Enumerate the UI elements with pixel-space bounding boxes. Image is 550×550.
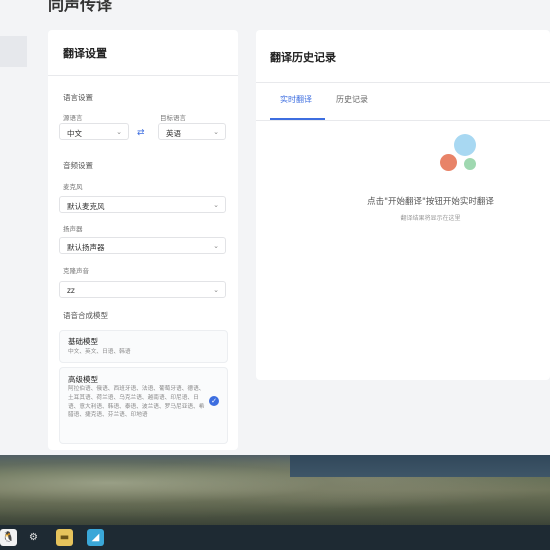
- divider: [256, 120, 550, 121]
- source-language-select[interactable]: 中文 ⌄: [59, 123, 129, 140]
- chevron-down-icon: ⌄: [213, 242, 219, 250]
- history-panel: 翻译历史记录 实时翻译 历史记录 点击"开始翻译"按钮开始实时翻译 翻译结果将显…: [256, 30, 550, 380]
- model-card-basic[interactable]: 基础模型 中文、英文、日语、韩语: [59, 330, 228, 363]
- synth-section-label: 语音合成模型: [63, 311, 108, 320]
- settings-panel: 翻译设置 语言设置 源语言 目标语言 中文 ⌄ ⇄ 英语 ⌄ 音频设置 麦克风 …: [48, 30, 238, 450]
- voice-label: 克隆声音: [63, 267, 89, 275]
- mic-select[interactable]: 默认麦克风 ⌄: [59, 196, 226, 213]
- wallpaper-sea: [290, 455, 550, 477]
- logo-dot-red: [440, 154, 457, 171]
- app-icon[interactable]: ◢: [87, 529, 104, 546]
- swap-icon[interactable]: ⇄: [137, 128, 145, 138]
- target-language-value: 英语: [166, 129, 181, 138]
- target-language-select[interactable]: 英语 ⌄: [158, 123, 226, 140]
- check-icon: ✓: [209, 396, 219, 406]
- gear-icon[interactable]: ⚙: [25, 529, 42, 546]
- tab-history[interactable]: 历史记录: [336, 94, 368, 105]
- app-window: 同声传译 翻译设置 语言设置 源语言 目标语言 中文 ⌄ ⇄ 英语 ⌄ 音频设置…: [0, 0, 550, 455]
- voice-select[interactable]: zz ⌄: [59, 281, 226, 298]
- chevron-down-icon: ⌄: [116, 128, 122, 136]
- desktop-wallpaper: [0, 455, 550, 525]
- divider: [256, 82, 550, 83]
- logo-dot-blue: [454, 134, 476, 156]
- speaker-select[interactable]: 默认扬声器 ⌄: [59, 237, 226, 254]
- penguin-icon[interactable]: 🐧: [0, 529, 17, 546]
- model-desc: 阿拉伯语、俄语、西班牙语、法语、葡萄牙语、德语、土耳其语、荷兰语、乌克兰语、越南…: [68, 386, 205, 419]
- target-language-label: 目标语言: [160, 114, 186, 122]
- tab-realtime[interactable]: 实时翻译: [280, 94, 312, 105]
- settings-title: 翻译设置: [63, 47, 107, 60]
- source-language-label: 源语言: [63, 114, 83, 122]
- empty-state-subtitle: 翻译结果将显示在这里: [400, 215, 461, 222]
- model-name: 基础模型: [68, 337, 98, 346]
- speaker-label: 扬声器: [63, 225, 83, 233]
- source-language-value: 中文: [67, 129, 82, 138]
- page-title: 同声传译: [48, 0, 113, 14]
- history-title: 翻译历史记录: [270, 51, 336, 64]
- mic-value: 默认麦克风: [67, 202, 105, 211]
- empty-state-title: 点击"开始翻译"按钮开始实时翻译: [367, 197, 494, 207]
- folder-icon[interactable]: ▬: [56, 529, 73, 546]
- language-section-label: 语言设置: [63, 93, 93, 102]
- audio-section-label: 音频设置: [63, 161, 93, 170]
- divider: [48, 75, 238, 76]
- chevron-down-icon: ⌄: [213, 201, 219, 209]
- mic-label: 麦克风: [63, 183, 83, 191]
- model-card-advanced[interactable]: 高级模型 阿拉伯语、俄语、西班牙语、法语、葡萄牙语、德语、土耳其语、荷兰语、乌克…: [59, 367, 228, 444]
- taskbar: 🐧 ⚙ ▬ ◢: [0, 525, 550, 550]
- speaker-value: 默认扬声器: [67, 243, 105, 252]
- voice-value: zz: [67, 286, 75, 295]
- chevron-down-icon: ⌄: [213, 286, 219, 294]
- model-name: 高级模型: [68, 375, 98, 384]
- sidebar-item[interactable]: [0, 36, 27, 67]
- model-desc: 中文、英文、日语、韩语: [68, 349, 131, 355]
- logo-dot-green: [464, 158, 476, 170]
- chevron-down-icon: ⌄: [213, 128, 219, 136]
